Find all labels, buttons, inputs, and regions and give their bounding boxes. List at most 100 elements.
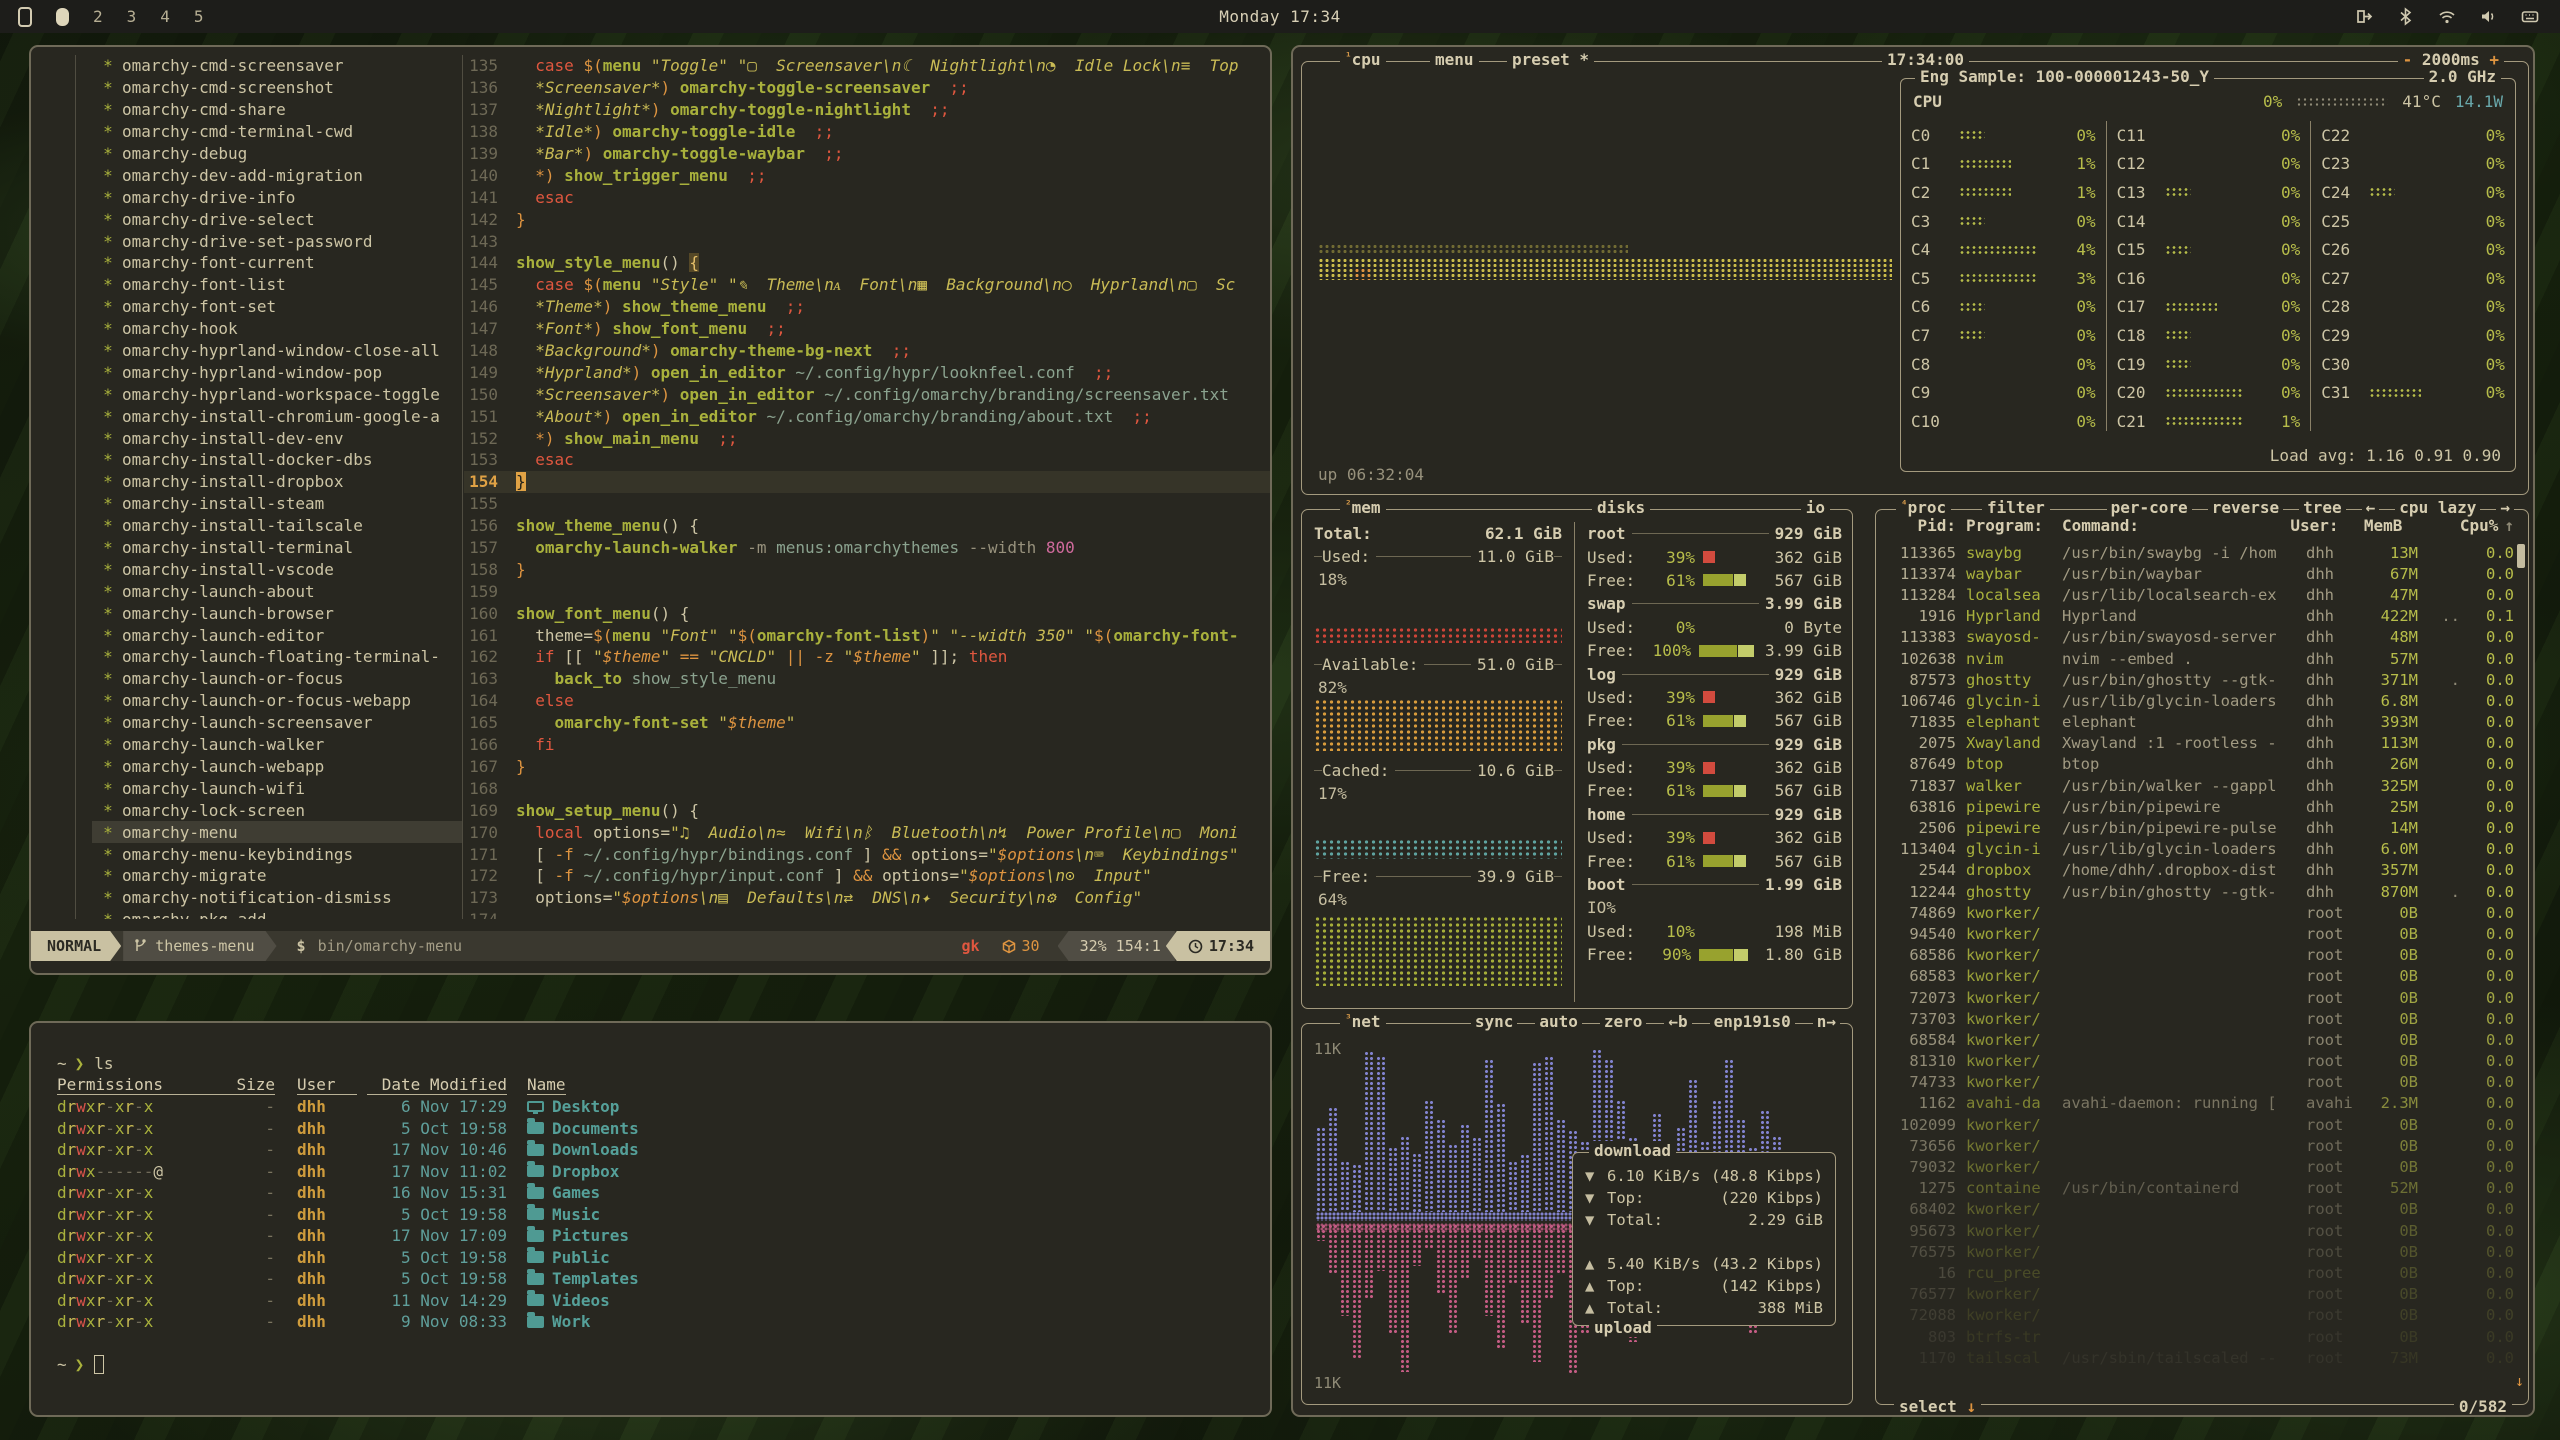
code-line[interactable]: 159: [464, 580, 1270, 602]
file-list-item[interactable]: * omarchy-drive-select: [92, 208, 462, 230]
file-list-item[interactable]: * omarchy-install-chromium-google-a: [92, 405, 462, 427]
file-list-item[interactable]: * omarchy-launch-editor: [92, 624, 462, 646]
file-list-item[interactable]: * omarchy-drive-set-password: [92, 230, 462, 252]
file-list-item[interactable]: * omarchy-launch-walker: [92, 734, 462, 756]
process-row[interactable]: 12244 ghostty /usr/bin/ghostty --gtk- dh…: [1886, 881, 2514, 902]
process-row[interactable]: 16 rcu_pree root 0B 0.0: [1886, 1262, 2514, 1283]
code-line[interactable]: 143: [464, 230, 1270, 252]
process-row[interactable]: 76575 kworker/ root 0B 0.0: [1886, 1241, 2514, 1262]
process-row[interactable]: 94540 kworker/ root 0B 0.0: [1886, 923, 2514, 944]
net-sync-button[interactable]: sync: [1471, 1012, 1518, 1031]
file-list-item[interactable]: * omarchy-drive-info: [92, 186, 462, 208]
code-line[interactable]: 146 *Theme*) show_theme_menu ;;: [464, 296, 1270, 318]
process-row[interactable]: 2075 Xwayland Xwayland :1 -rootless - dh…: [1886, 733, 2514, 754]
code-line[interactable]: 153 esac: [464, 449, 1270, 471]
code-line[interactable]: 150 *Screensaver*) open_in_editor ~/.con…: [464, 383, 1270, 405]
net-iface-next[interactable]: n→: [1813, 1012, 1840, 1031]
process-row[interactable]: 68402 kworker/ root 0B 0.0: [1886, 1199, 2514, 1220]
code-line[interactable]: 148 *Background*) omarchy-theme-bg-next …: [464, 340, 1270, 362]
file-list-item[interactable]: * omarchy-launch-wifi: [92, 777, 462, 799]
sort-next-button[interactable]: →: [2496, 498, 2514, 517]
process-row[interactable]: 2544 dropbox /home/dhh/.dropbox-dist dhh…: [1886, 860, 2514, 881]
process-row[interactable]: 113365 swaybg /usr/bin/swaybg -i /hom dh…: [1886, 542, 2514, 563]
file-list-item[interactable]: * omarchy-launch-screensaver: [92, 712, 462, 734]
file-list-item[interactable]: * omarchy-font-list: [92, 274, 462, 296]
process-row[interactable]: 106746 glycin-i /usr/lib/glycin-loaders …: [1886, 690, 2514, 711]
process-row[interactable]: 72088 kworker/ root 0B 0.0: [1886, 1305, 2514, 1326]
file-list-item[interactable]: * omarchy-debug: [92, 143, 462, 165]
code-line[interactable]: 141 esac: [464, 186, 1270, 208]
file-list-item[interactable]: * omarchy-migrate: [92, 865, 462, 887]
file-list-item[interactable]: * omarchy-launch-or-focus: [92, 668, 462, 690]
process-row[interactable]: 102099 kworker/ root 0B 0.0: [1886, 1114, 2514, 1135]
process-row[interactable]: 68584 kworker/ root 0B 0.0: [1886, 1029, 2514, 1050]
file-list-item[interactable]: * omarchy-install-vscode: [92, 558, 462, 580]
process-row[interactable]: 1162 avahi-da avahi-daemon: running [ av…: [1886, 1093, 2514, 1114]
process-row[interactable]: 73703 kworker/ root 0B 0.0: [1886, 1008, 2514, 1029]
net-zero-button[interactable]: zero: [1600, 1012, 1647, 1031]
code-line[interactable]: 162 if [[ "$theme" == "CNCLD" || -z "$th…: [464, 646, 1270, 668]
process-row[interactable]: 1170 tailscal /usr/sbin/tailscaled -- ro…: [1886, 1347, 2514, 1368]
file-list-item[interactable]: * omarchy-install-dev-env: [92, 427, 462, 449]
reverse-button[interactable]: reverse: [2208, 498, 2283, 517]
code-line[interactable]: 142}: [464, 208, 1270, 230]
process-row[interactable]: 113383 swayosd- /usr/bin/swayosd-server …: [1886, 627, 2514, 648]
keyboard-icon[interactable]: [2520, 7, 2540, 26]
code-line[interactable]: 171 [ -f ~/.config/hypr/bindings.conf ] …: [464, 843, 1270, 865]
prompt-line[interactable]: ~ ❯ ls: [57, 1053, 1244, 1075]
proc-tab[interactable]: ⁴proc: [1896, 498, 1951, 517]
process-row[interactable]: 63816 pipewire /usr/bin/pipewire dhh 25M…: [1886, 796, 2514, 817]
code-line[interactable]: 156show_theme_menu() {: [464, 515, 1270, 537]
process-row[interactable]: 87649 btop btop dhh 26M 0.0: [1886, 754, 2514, 775]
process-row[interactable]: 102638 nvim nvim --embed . dhh 57M 0.0: [1886, 648, 2514, 669]
file-list-item[interactable]: * omarchy-notification-dismiss: [92, 887, 462, 909]
code-line[interactable]: 144show_style_menu() {: [464, 252, 1270, 274]
code-line[interactable]: 169show_setup_menu() {: [464, 799, 1270, 821]
code-line[interactable]: 136 *Screensaver*) omarchy-toggle-screen…: [464, 77, 1270, 99]
process-row[interactable]: 113284 localsea /usr/lib/localsearch-ex …: [1886, 584, 2514, 605]
process-row[interactable]: 87573 ghostty /usr/bin/ghostty --gtk- dh…: [1886, 669, 2514, 690]
process-row[interactable]: 71837 walker /usr/bin/walker --gappl dhh…: [1886, 775, 2514, 796]
file-list-item[interactable]: * omarchy-hyprland-window-close-all: [92, 340, 462, 362]
file-list-item[interactable]: * omarchy-menu-keybindings: [92, 843, 462, 865]
code-line[interactable]: 139 *Bar*) omarchy-toggle-waybar ;;: [464, 143, 1270, 165]
process-row[interactable]: 81310 kworker/ root 0B 0.0: [1886, 1051, 2514, 1072]
menu-button[interactable]: menu: [1430, 50, 1479, 69]
code-pane[interactable]: 135 case $(menu "Toggle" "▢ Screensaver\…: [464, 55, 1270, 919]
code-line[interactable]: 135 case $(menu "Toggle" "▢ Screensaver\…: [464, 55, 1270, 77]
file-list-item[interactable]: * omarchy-cmd-share: [92, 99, 462, 121]
process-row[interactable]: 73656 kworker/ root 0B 0.0: [1886, 1135, 2514, 1156]
code-line[interactable]: 164 else: [464, 690, 1270, 712]
code-line[interactable]: 145 case $(menu "Style" "✎ Theme\nᴀ Font…: [464, 274, 1270, 296]
code-line[interactable]: 165 omarchy-font-set "$theme": [464, 712, 1270, 734]
process-row[interactable]: 113374 waybar /usr/bin/waybar dhh 67M 0.…: [1886, 563, 2514, 584]
process-row[interactable]: 1275 containe /usr/bin/containerd root 5…: [1886, 1178, 2514, 1199]
file-list-item[interactable]: * omarchy-install-tailscale: [92, 515, 462, 537]
file-list-item[interactable]: * omarchy-install-dropbox: [92, 471, 462, 493]
io-tab[interactable]: io: [1801, 498, 1830, 517]
process-row[interactable]: 68583 kworker/ root 0B 0.0: [1886, 966, 2514, 987]
code-line[interactable]: 166 fi: [464, 734, 1270, 756]
process-row[interactable]: 79032 kworker/ root 0B 0.0: [1886, 1156, 2514, 1177]
code-line[interactable]: 149 *Hyprland*) open_in_editor ~/.config…: [464, 361, 1270, 383]
code-line[interactable]: 161 theme=$(menu "Font" "$(omarchy-font-…: [464, 624, 1270, 646]
proc-scrollbar-thumb[interactable]: [2517, 544, 2525, 568]
process-row[interactable]: 113404 glycin-i /usr/lib/glycin-loaders …: [1886, 839, 2514, 860]
code-line[interactable]: 168: [464, 777, 1270, 799]
code-line[interactable]: 158}: [464, 558, 1270, 580]
process-row[interactable]: 2506 pipewire /usr/bin/pipewire-pulse dh…: [1886, 817, 2514, 838]
select-button[interactable]: select ↓: [1894, 1397, 1981, 1416]
file-list-item[interactable]: * omarchy-cmd-screensaver: [92, 55, 462, 77]
process-row[interactable]: 76577 kworker/ root 0B 0.0: [1886, 1284, 2514, 1305]
process-row[interactable]: 1916 Hyprland Hyprland dhh 422M .. 0.1: [1886, 606, 2514, 627]
per-core-button[interactable]: per-core: [2107, 498, 2192, 517]
preset-button[interactable]: preset *: [1507, 50, 1594, 69]
file-list-item[interactable]: * omarchy-launch-browser: [92, 602, 462, 624]
file-list-item[interactable]: * omarchy-launch-or-focus-webapp: [92, 690, 462, 712]
code-line[interactable]: 151 *About*) open_in_editor ~/.config/om…: [464, 405, 1270, 427]
file-list-item[interactable]: * omarchy-hyprland-window-pop: [92, 361, 462, 383]
cpu-tab[interactable]: ¹cpu: [1340, 50, 1386, 69]
file-list-item[interactable]: * omarchy-hyprland-workspace-toggle: [92, 383, 462, 405]
prompt-line-2[interactable]: ~ ❯: [57, 1354, 1244, 1376]
code-line[interactable]: 147 *Font*) show_font_menu ;;: [464, 318, 1270, 340]
